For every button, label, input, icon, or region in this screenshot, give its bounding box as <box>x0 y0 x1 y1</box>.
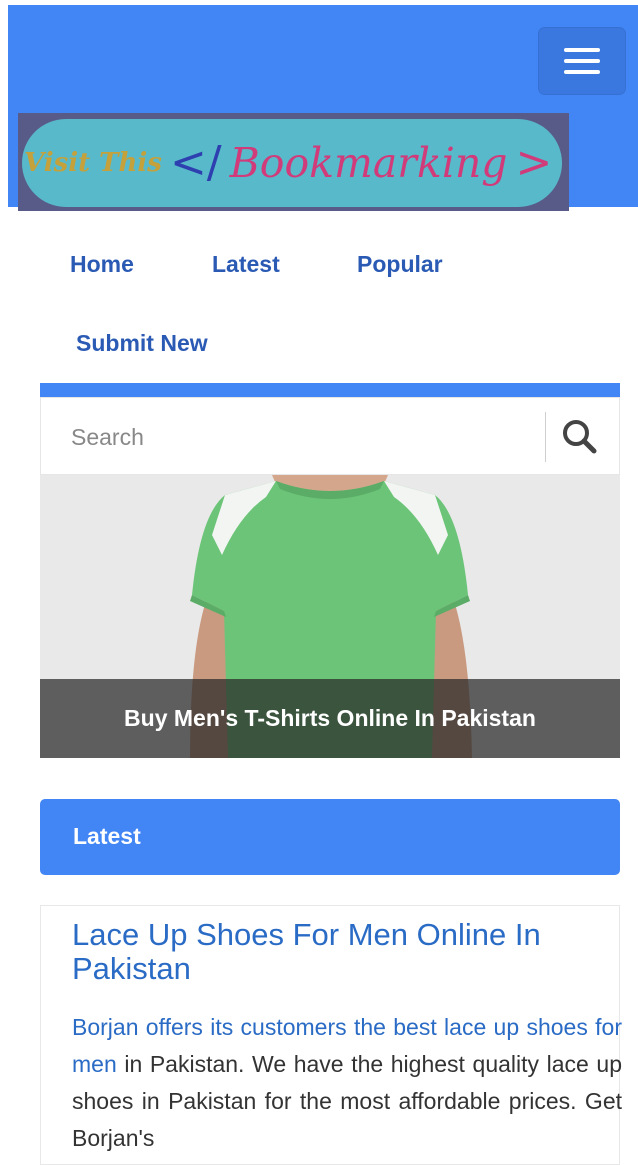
hamburger-icon-bar <box>564 48 600 52</box>
hamburger-icon-bar <box>564 70 600 74</box>
nav-submit-new[interactable]: Submit New <box>76 329 208 357</box>
site-header: Visit This </ Bookmarking > <box>8 5 638 211</box>
search-box <box>40 397 620 475</box>
hamburger-icon-bar <box>564 59 600 63</box>
featured-caption: Buy Men's T-Shirts Online In Pakistan <box>40 679 620 758</box>
latest-section-header: Latest <box>40 799 620 875</box>
search-divider <box>545 412 546 462</box>
search-top-bar <box>40 383 620 397</box>
nav-latest[interactable]: Latest <box>212 250 280 278</box>
latest-heading: Latest <box>73 823 141 849</box>
nav-home[interactable]: Home <box>70 250 134 278</box>
site-logo[interactable]: Visit This </ Bookmarking > <box>18 113 569 211</box>
logo-badge: Visit This </ Bookmarking > <box>22 119 562 207</box>
logo-word: Bookmarking <box>229 139 508 187</box>
search-icon <box>563 420 597 454</box>
featured-caption-text: Buy Men's T-Shirts Online In Pakistan <box>124 705 536 731</box>
post-body-text: in Pakistan. We have the highest quality… <box>72 1051 622 1151</box>
logo-open-tag: </ <box>169 137 222 188</box>
logo-visit-text: Visit This <box>24 148 162 178</box>
search-button[interactable] <box>559 416 601 458</box>
logo-close-tag: > <box>515 137 553 188</box>
featured-post[interactable]: Buy Men's T-Shirts Online In Pakistan <box>40 475 620 758</box>
search-input[interactable] <box>69 416 513 458</box>
nav-popular[interactable]: Popular <box>357 250 443 278</box>
post-excerpt: Borjan offers its customers the best lac… <box>72 1009 622 1157</box>
menu-toggle-button[interactable] <box>538 27 626 95</box>
post-title-link[interactable]: Lace Up Shoes For Men Online In Pakistan <box>72 918 602 986</box>
post-card: Lace Up Shoes For Men Online In Pakistan… <box>40 905 622 1165</box>
